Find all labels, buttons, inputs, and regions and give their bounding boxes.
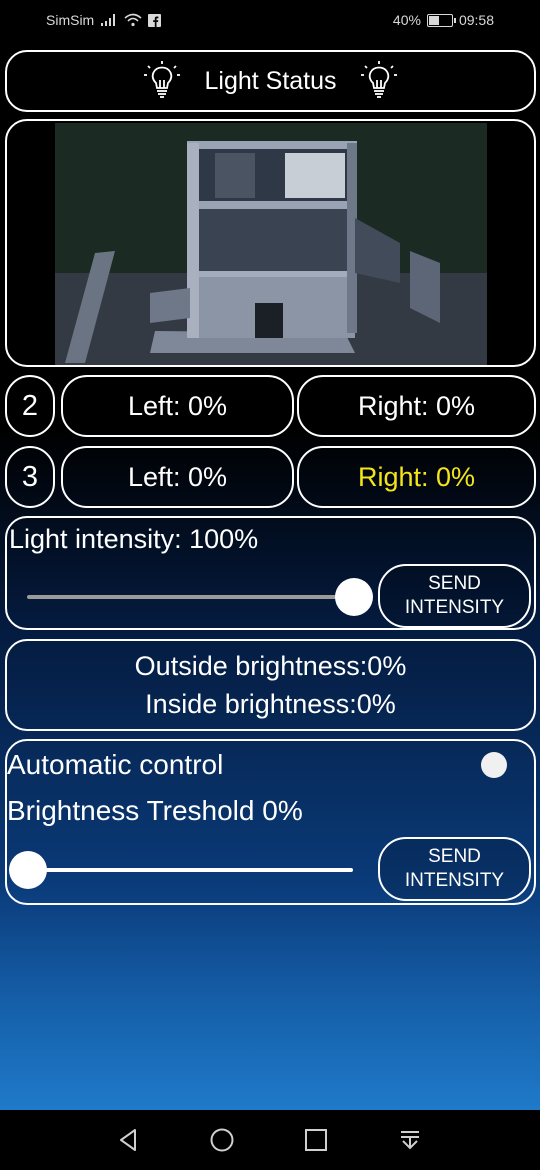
signal-icon <box>101 14 116 26</box>
automatic-control-label: Automatic control <box>7 749 224 780</box>
inside-brightness-text: Inside brightness:0% <box>145 689 396 719</box>
house-3d-image <box>55 123 487 365</box>
battery-icon <box>426 13 456 27</box>
notification-pull-icon[interactable] <box>397 1127 423 1153</box>
room-3-left-button[interactable]: Left: 0% <box>61 446 294 508</box>
light-status-header: Light Status <box>5 50 536 112</box>
room-number-2: 2 <box>5 375 55 437</box>
system-nav-bar <box>0 1110 540 1170</box>
brightness-panel: Outside brightness:0% Inside brightness:… <box>5 639 536 731</box>
brightness-threshold-label: Brightness Treshold 0% <box>7 795 303 826</box>
clock: 09:58 <box>458 12 494 28</box>
light-intensity-panel: Light intensity: 100% SEND INTENSITY <box>5 516 536 630</box>
room-2-left-button[interactable]: Left: 0% <box>61 375 294 437</box>
room-3-right-button[interactable]: Right: 0% <box>297 446 536 508</box>
home-icon[interactable] <box>209 1127 235 1153</box>
status-bar: SimSim 40% 09:58 <box>0 0 540 44</box>
lightbulb-icon <box>360 61 397 98</box>
threshold-slider-track[interactable] <box>27 868 353 872</box>
send-threshold-button[interactable]: SEND INTENSITY <box>378 837 531 901</box>
automatic-control-toggle[interactable] <box>481 752 507 778</box>
outside-brightness-text: Outside brightness:0% <box>134 651 407 681</box>
back-icon[interactable] <box>115 1127 141 1153</box>
automatic-control-panel: Automatic control Brightness Treshold 0%… <box>5 739 536 905</box>
page-title: Light Status <box>204 66 337 95</box>
wifi-icon <box>124 13 142 27</box>
carrier-name: SimSim <box>46 12 95 28</box>
status-left: SimSim <box>46 12 162 28</box>
room-number-3: 3 <box>5 446 55 508</box>
battery-percent: 40% <box>392 12 421 28</box>
lightbulb-icon <box>144 61 181 98</box>
send-intensity-button[interactable]: SEND INTENSITY <box>378 564 531 628</box>
facebook-icon <box>148 13 162 27</box>
intensity-slider-track[interactable] <box>27 595 353 599</box>
recents-icon[interactable] <box>303 1127 329 1153</box>
threshold-slider-knob[interactable] <box>9 851 47 889</box>
light-intensity-label: Light intensity: 100% <box>9 524 259 554</box>
intensity-slider-knob[interactable] <box>335 578 373 616</box>
house-image-panel <box>5 119 536 367</box>
room-2-right-button[interactable]: Right: 0% <box>297 375 536 437</box>
status-right: 40% 09:58 <box>393 12 494 28</box>
